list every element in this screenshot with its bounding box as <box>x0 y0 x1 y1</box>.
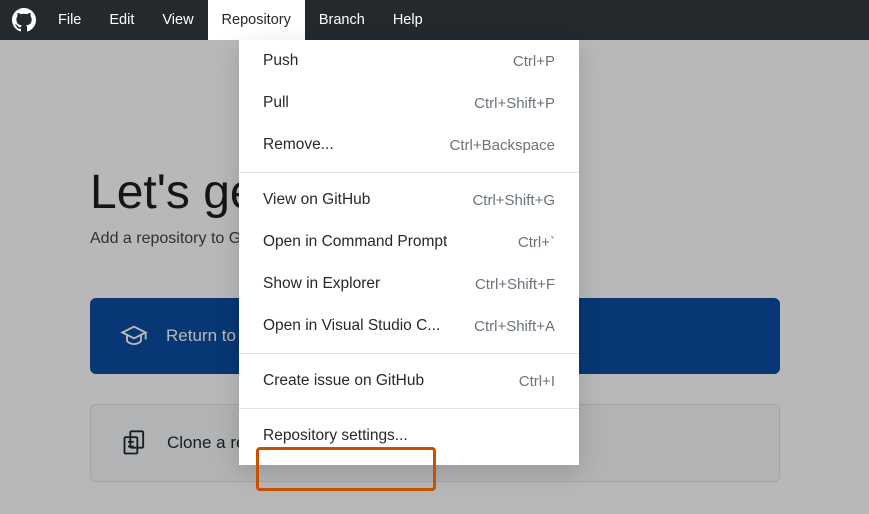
dropdown-item-remove[interactable]: Remove... Ctrl+Backspace <box>239 124 579 166</box>
menu-item-branch[interactable]: Branch <box>305 0 379 40</box>
menubar: File Edit View Repository Branch Help <box>0 0 869 40</box>
dropdown-separator <box>239 172 579 173</box>
dropdown-item-pull[interactable]: Pull Ctrl+Shift+P <box>239 82 579 124</box>
dropdown-item-open-command-prompt[interactable]: Open in Command Prompt Ctrl+` <box>239 221 579 263</box>
github-logo-icon <box>12 8 36 32</box>
menu-item-file[interactable]: File <box>44 0 95 40</box>
menu-item-view[interactable]: View <box>148 0 207 40</box>
menu-item-edit[interactable]: Edit <box>95 0 148 40</box>
dropdown-separator <box>239 408 579 409</box>
dropdown-item-repository-settings[interactable]: Repository settings... <box>239 415 579 457</box>
repository-dropdown: Push Ctrl+P Pull Ctrl+Shift+P Remove... … <box>239 40 579 465</box>
menu-item-repository[interactable]: Repository <box>208 0 305 40</box>
menu-item-help[interactable]: Help <box>379 0 437 40</box>
dropdown-separator <box>239 353 579 354</box>
dropdown-item-push[interactable]: Push Ctrl+P <box>239 40 579 82</box>
dropdown-item-create-issue[interactable]: Create issue on GitHub Ctrl+I <box>239 360 579 402</box>
dropdown-item-show-in-explorer[interactable]: Show in Explorer Ctrl+Shift+F <box>239 263 579 305</box>
dropdown-item-open-vscode[interactable]: Open in Visual Studio C... Ctrl+Shift+A <box>239 305 579 347</box>
dropdown-item-view-on-github[interactable]: View on GitHub Ctrl+Shift+G <box>239 179 579 221</box>
